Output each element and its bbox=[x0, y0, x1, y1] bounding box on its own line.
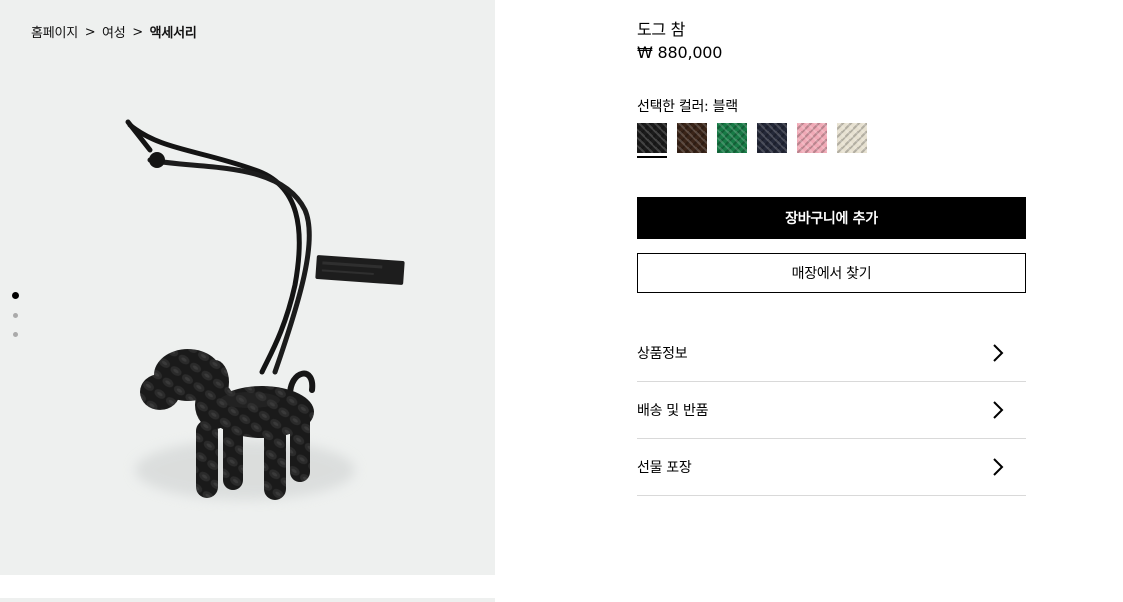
next-gallery-image-edge bbox=[0, 598, 495, 602]
dog-charm-product-image bbox=[125, 119, 405, 500]
product-name: 도그 참 bbox=[637, 20, 686, 39]
breadcrumb-home[interactable]: 홈페이지 bbox=[31, 22, 78, 41]
product-price: ₩ 880,000 bbox=[637, 43, 723, 62]
accordion-shipping-returns[interactable]: 배송 및 반품 bbox=[637, 382, 1026, 439]
breadcrumb-separator: > bbox=[132, 25, 143, 40]
product-page: 홈페이지 > 여성 > 액세서리 도그 참 ₩ 880,000 선택한 컬러: … bbox=[0, 0, 1123, 602]
color-swatches bbox=[637, 123, 867, 158]
accordion-label: 상품정보 bbox=[637, 346, 688, 362]
swatch-black[interactable] bbox=[637, 123, 667, 158]
selected-color-label: 선택한 컬러: 블랙 bbox=[637, 99, 738, 115]
accordion-label: 선물 포장 bbox=[637, 460, 692, 476]
chevron-right-icon bbox=[993, 344, 1004, 362]
add-to-cart-button[interactable]: 장바구니에 추가 bbox=[637, 197, 1026, 239]
breadcrumb: 홈페이지 > 여성 > 액세서리 bbox=[31, 22, 197, 41]
breadcrumb-separator: > bbox=[84, 25, 96, 40]
swatch-green[interactable] bbox=[717, 123, 747, 153]
accordion-gift-wrap[interactable]: 선물 포장 bbox=[637, 439, 1026, 496]
gallery-pagination bbox=[12, 292, 19, 337]
gallery-dot-1[interactable] bbox=[12, 292, 19, 299]
swatch-brown[interactable] bbox=[677, 123, 707, 153]
chevron-right-icon bbox=[993, 458, 1004, 476]
swatch-navy[interactable] bbox=[757, 123, 787, 153]
breadcrumb-accessories: 액세서리 bbox=[149, 26, 197, 41]
gallery-dot-3[interactable] bbox=[13, 332, 18, 337]
accordion-product-info[interactable]: 상품정보 bbox=[637, 325, 1026, 382]
find-in-store-button[interactable]: 매장에서 찾기 bbox=[637, 253, 1026, 293]
swatch-pink[interactable] bbox=[797, 123, 827, 153]
chevron-right-icon bbox=[993, 401, 1004, 419]
swatch-cream[interactable] bbox=[837, 123, 867, 153]
gallery-dot-2[interactable] bbox=[13, 313, 18, 318]
accordion-label: 배송 및 반품 bbox=[637, 403, 709, 419]
product-info-accordion: 상품정보 배송 및 반품 선물 포장 bbox=[637, 325, 1026, 496]
breadcrumb-women[interactable]: 여성 bbox=[102, 22, 126, 41]
product-gallery[interactable]: 홈페이지 > 여성 > 액세서리 bbox=[0, 0, 495, 575]
